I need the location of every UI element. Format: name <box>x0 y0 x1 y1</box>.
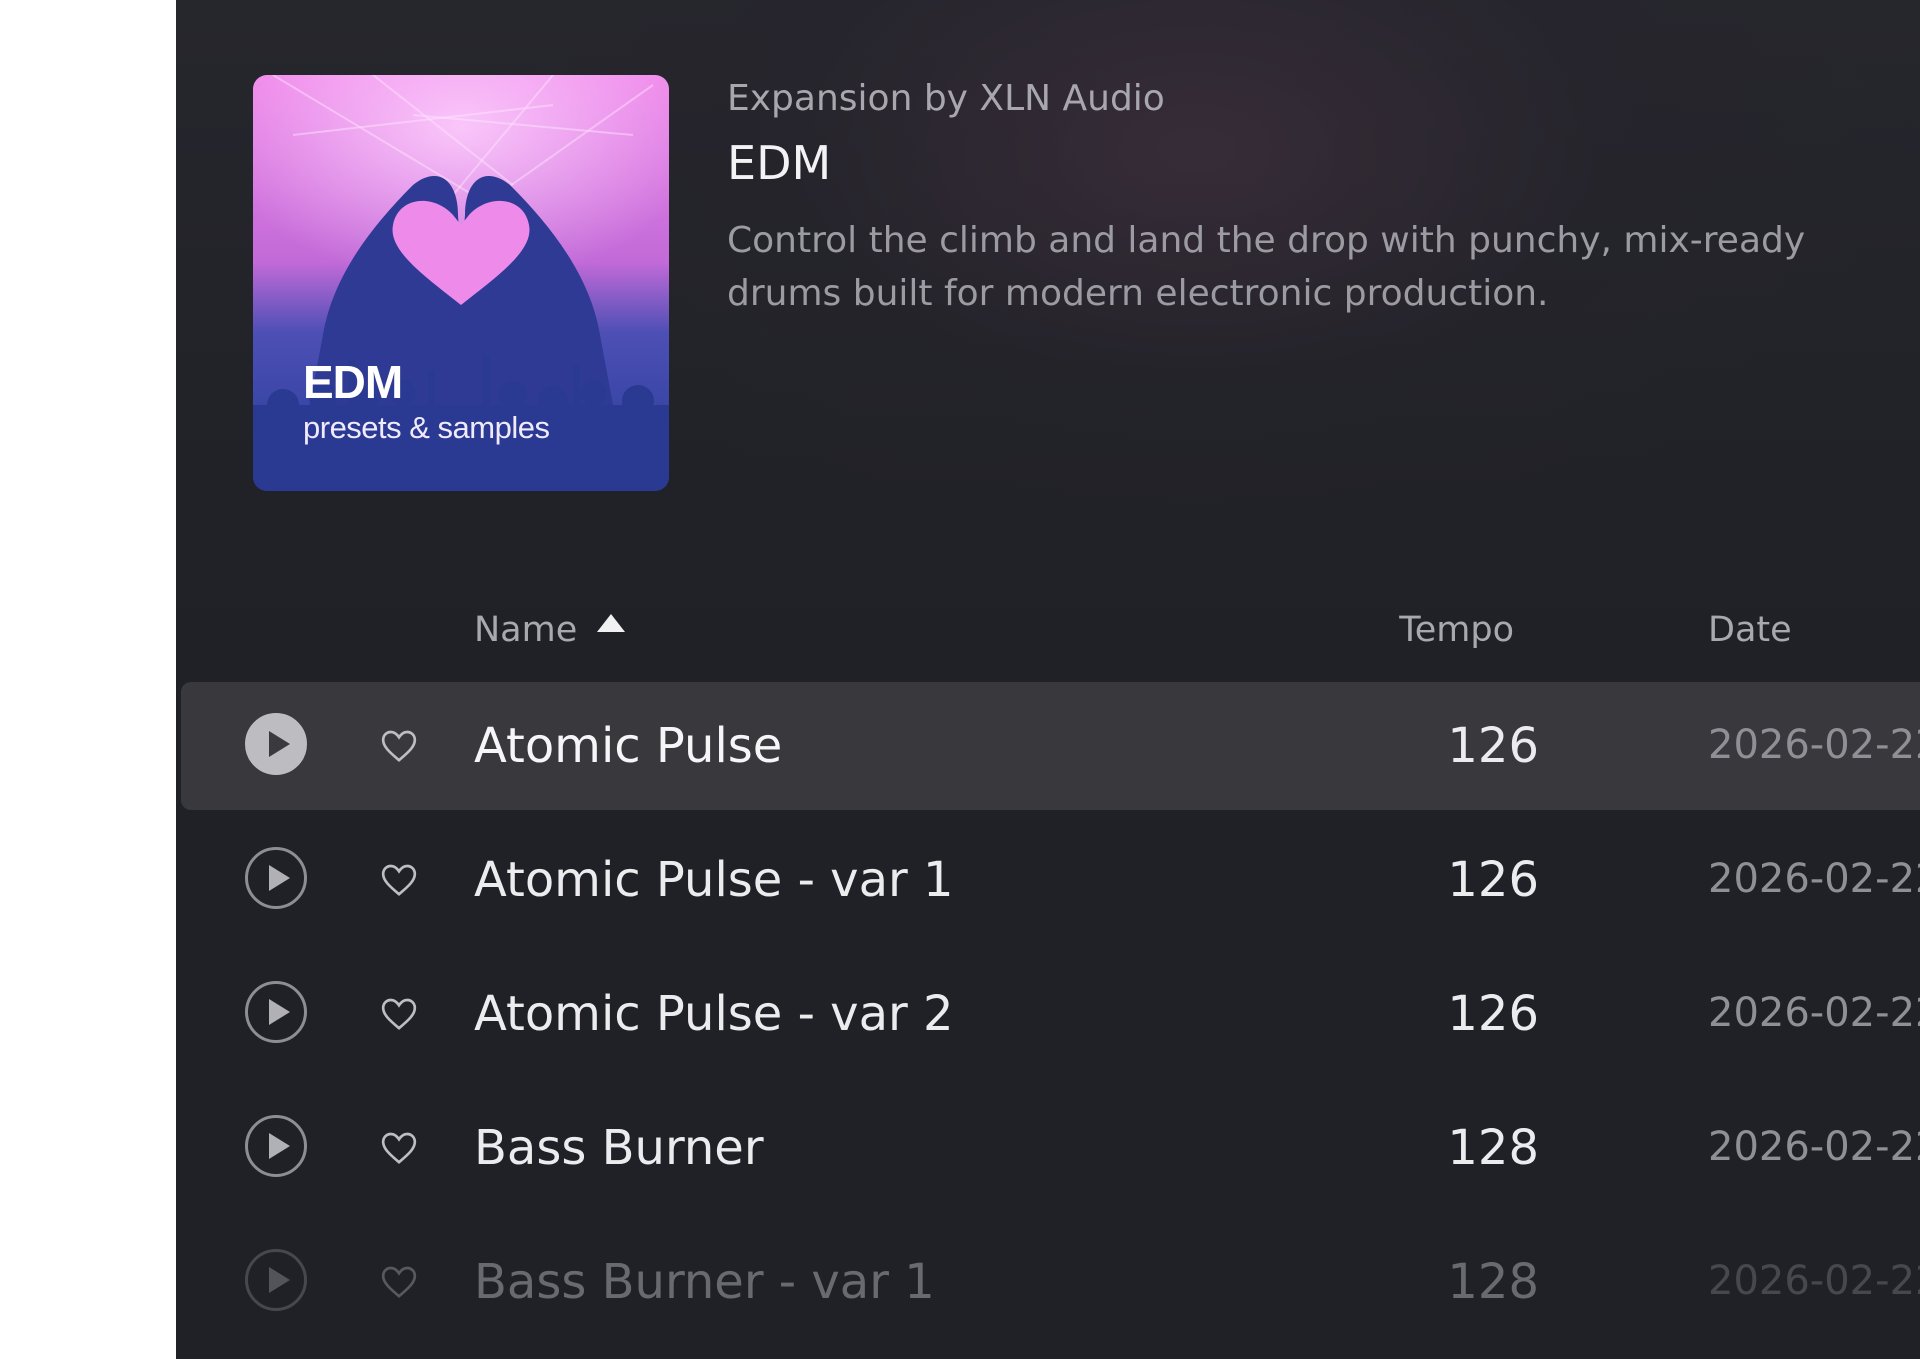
sort-ascending-icon[interactable] <box>597 614 625 632</box>
play-icon <box>268 999 290 1025</box>
column-header-name[interactable]: Name <box>474 610 577 650</box>
play-button[interactable] <box>245 1249 307 1311</box>
play-button[interactable] <box>245 1115 307 1177</box>
play-button[interactable] <box>245 847 307 909</box>
track-name: Bass Burner - var 1 <box>474 1254 935 1310</box>
expansion-cover-art: EDM presets & samples <box>253 75 669 491</box>
play-icon <box>268 731 290 757</box>
play-button[interactable] <box>245 981 307 1043</box>
track-date: 2026-02-22 <box>1708 990 1920 1036</box>
track-tempo: 128 <box>1447 1254 1539 1310</box>
track-tempo: 126 <box>1447 986 1539 1042</box>
heart-outline-icon[interactable] <box>379 860 419 900</box>
track-name: Atomic Pulse <box>474 718 783 774</box>
table-row[interactable]: Bass Burner - var 1 128 2026-02-22 <box>181 1218 1920 1346</box>
table-row[interactable]: Atomic Pulse - var 1 126 2026-02-22 <box>181 816 1920 944</box>
table-row[interactable]: Atomic Pulse - var 2 126 2026-02-22 <box>181 950 1920 1078</box>
heart-outline-icon[interactable] <box>379 726 419 766</box>
cover-subtitle: presets & samples <box>303 410 550 445</box>
cover-title: EDM <box>303 356 403 408</box>
track-date: 2026-02-22 <box>1708 1124 1920 1170</box>
play-button[interactable] <box>245 713 307 775</box>
track-tempo: 126 <box>1447 718 1539 774</box>
heart-outline-icon[interactable] <box>379 1262 419 1302</box>
play-icon <box>268 1133 290 1159</box>
column-header-tempo[interactable]: Tempo <box>1399 610 1514 650</box>
track-name: Atomic Pulse - var 2 <box>474 986 954 1042</box>
track-date: 2026-02-22 <box>1708 856 1920 902</box>
heart-outline-icon[interactable] <box>379 1128 419 1168</box>
left-blank-area <box>0 0 176 1359</box>
play-icon <box>268 865 290 891</box>
track-tempo: 128 <box>1447 1120 1539 1176</box>
play-icon <box>268 1267 290 1293</box>
expansion-vendor: Expansion by XLN Audio <box>727 78 1165 119</box>
table-row[interactable]: Bass Burner 128 2026-02-22 <box>181 1084 1920 1212</box>
track-name: Bass Burner <box>474 1120 764 1176</box>
expansion-description: Control the climb and land the drop with… <box>727 220 1806 314</box>
column-header-date[interactable]: Date <box>1708 610 1792 650</box>
expansion-panel: EDM presets & samples Expansion by XLN A… <box>176 0 1920 1359</box>
track-date: 2026-02-22 <box>1708 1258 1920 1304</box>
track-name: Atomic Pulse - var 1 <box>474 852 954 908</box>
expansion-title: EDM <box>727 136 832 190</box>
table-row[interactable]: Atomic Pulse 126 2026-02-22 <box>181 682 1920 810</box>
track-tempo: 126 <box>1447 852 1539 908</box>
heart-outline-icon[interactable] <box>379 994 419 1034</box>
track-date: 2026-02-22 <box>1708 722 1920 768</box>
